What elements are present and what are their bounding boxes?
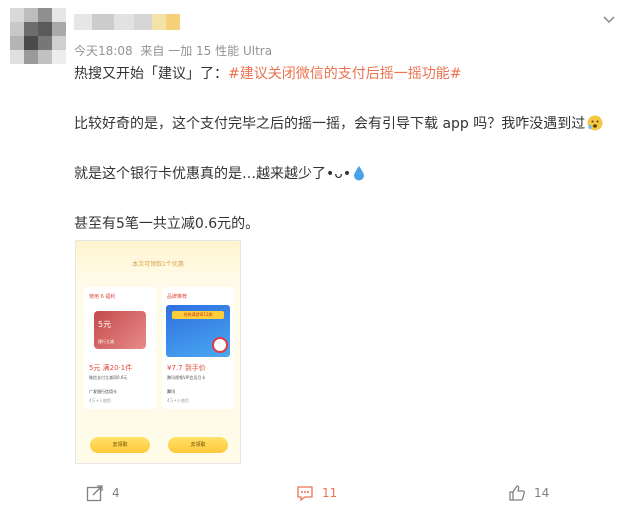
comment-icon (297, 486, 313, 502)
repost-button[interactable]: 4 (86, 484, 120, 502)
promo-badge-icon (212, 337, 228, 353)
repost-icon (86, 485, 103, 502)
like-button[interactable]: 14 (508, 484, 549, 502)
promo-band: 领券满就享12期 (172, 311, 224, 319)
post-source: 来自 一加 15 性能 Ultra (140, 44, 273, 58)
action-bar: 4 11 14 (0, 484, 632, 504)
post-line-3: 就是这个银行卡优惠真的是…越来越少了•ᴗ• (74, 164, 614, 187)
coupon-desc: 微信支付立减同0.6元 (89, 375, 128, 380)
repost-count: 4 (112, 486, 120, 500)
droplet-emoji-icon (353, 165, 365, 187)
avatar[interactable] (10, 8, 66, 64)
post-text: 热搜又开始「建议」了： (74, 66, 228, 82)
promo-image: 领券满就享12期 (166, 305, 230, 357)
coupon-users: 4万+人使用 (89, 398, 111, 403)
coupon-desc: 腾讯视频VIP会员月卡 (167, 375, 206, 380)
claim-button-left: 去领取 (90, 437, 150, 453)
post-text: 甚至有5笔一共立减0.6元的。 (74, 216, 260, 232)
coupon-shop: 腾讯 (167, 389, 175, 394)
coupon-price: ¥7.7 到手价 (167, 364, 206, 372)
post-text: 就是这个银行卡优惠真的是…越来越少了•ᴗ• (74, 166, 352, 182)
card-bank: 建行立减 (98, 339, 114, 344)
hashtag-link[interactable]: #建议关闭微信的支付后摇一摇功能# (228, 66, 461, 82)
post-meta: 今天18:08 来自 一加 15 性能 Ultra (74, 42, 276, 59)
coupon-shop: 广发银行信用卡 (89, 389, 117, 394)
coupon-tag: 使用 6 福利 (89, 294, 116, 300)
like-count: 14 (534, 486, 550, 500)
coupon-card-right: 品牌推荐 领券满就享12期 ¥7.7 到手价 腾讯视频VIP会员月卡 腾讯 4万… (162, 287, 234, 409)
coupon-card-left: 使用 6 福利 5元 建行立减 5元 满20·1件 微信支付立减同0.6元 广发… (84, 287, 156, 409)
post-line-2: 比较好奇的是，这个支付完毕之后的摇一摇，会有引导下载 app 吗？我咋没遇到过 (74, 114, 614, 137)
attached-image[interactable]: 本次可领取1个优惠 使用 6 福利 5元 建行立减 5元 满20·1件 微信支付… (75, 240, 241, 464)
claim-button-right: 去领取 (168, 437, 228, 453)
bank-card-image: 5元 建行立减 (94, 311, 146, 349)
post-line-4: 甚至有5笔一共立减0.6元的。 (74, 214, 614, 234)
comment-count: 11 (322, 486, 338, 500)
comment-button[interactable]: 11 (296, 484, 337, 502)
card-amount: 5元 (98, 320, 112, 329)
coupon-users: 4万+人使用 (167, 398, 189, 403)
coupon-tag: 品牌推荐 (167, 294, 188, 300)
worried-emoji-icon (587, 115, 603, 137)
post-text: 比较好奇的是，这个支付完毕之后的摇一摇，会有引导下载 app 吗？我咋没遇到过 (74, 116, 586, 132)
image-title: 本次可领取1个优惠 (132, 261, 184, 268)
coupon-price: 5元 满20·1件 (89, 364, 133, 372)
post-line-1: 热搜又开始「建议」了：#建议关闭微信的支付后摇一摇功能# (74, 64, 614, 84)
username[interactable] (74, 14, 192, 30)
post-time[interactable]: 今天18:08 (74, 44, 133, 58)
thumbs-up-icon (509, 485, 525, 501)
chevron-down-icon[interactable] (602, 12, 616, 26)
